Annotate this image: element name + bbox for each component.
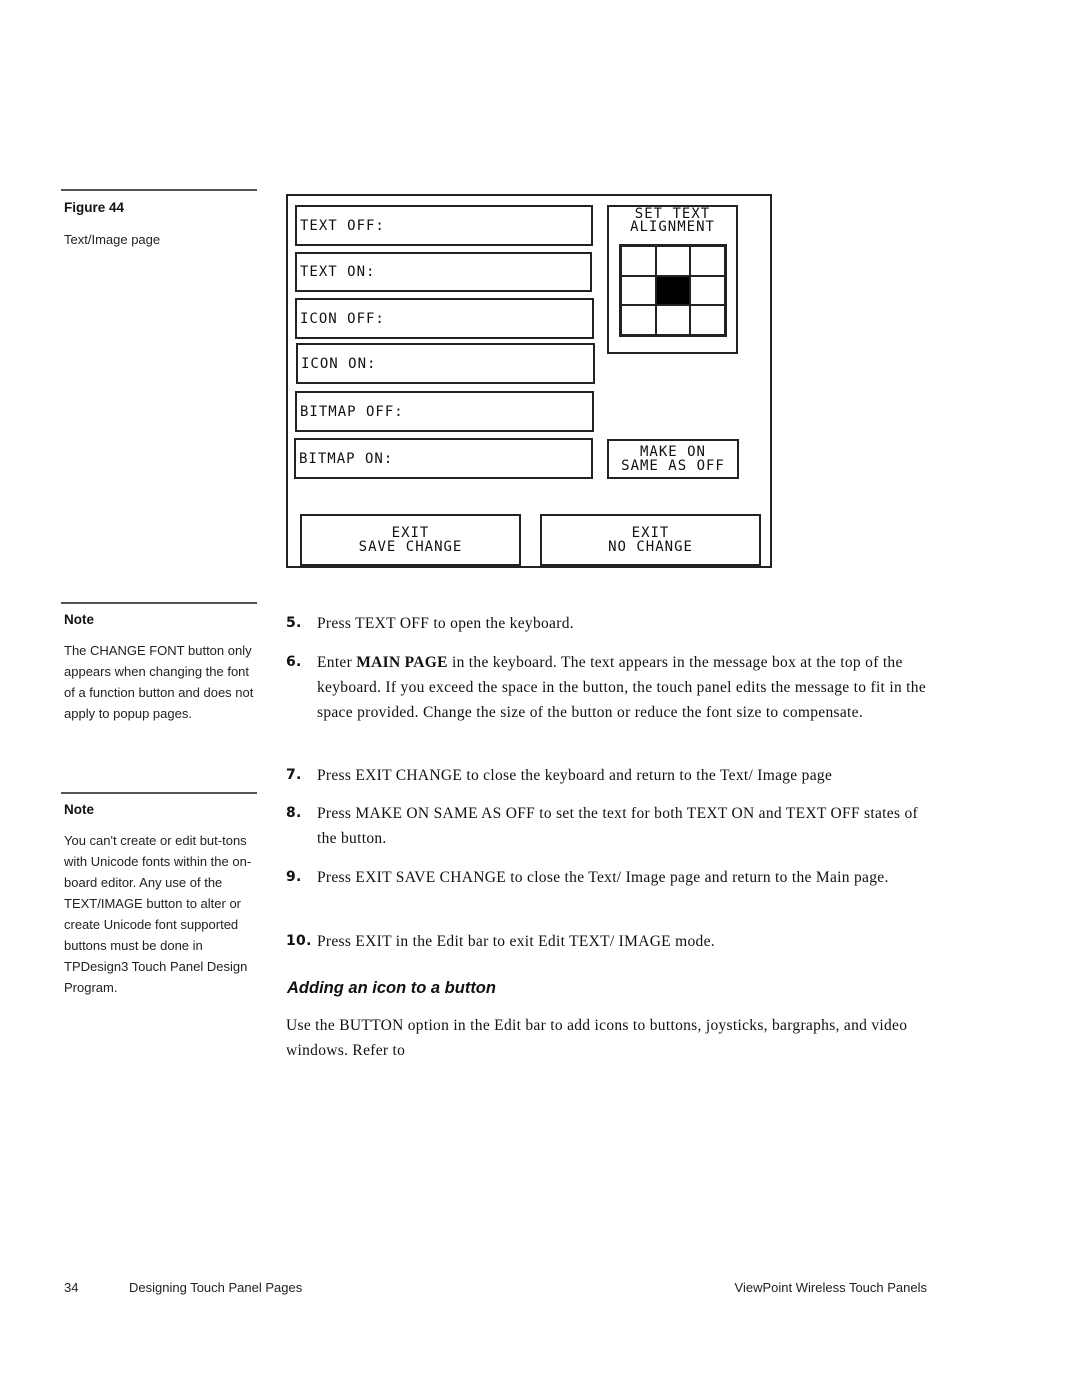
exit-save-line2: SAVE CHANGE bbox=[358, 539, 463, 555]
step-item: 9. Press EXIT SAVE CHANGE to close the T… bbox=[286, 865, 926, 890]
align-middle-center[interactable] bbox=[655, 275, 691, 306]
align-middle-right[interactable] bbox=[690, 275, 725, 306]
bitmap-off-label: BITMAP OFF: bbox=[300, 403, 404, 420]
icon-off-field[interactable]: ICON OFF: bbox=[295, 298, 594, 339]
exit-no-line2: NO CHANGE bbox=[608, 539, 693, 555]
figure-rule bbox=[61, 189, 257, 191]
step-text: Press EXIT SAVE CHANGE to close the Text… bbox=[317, 869, 889, 886]
page-number: 34 bbox=[64, 1280, 79, 1295]
exit-save-change-button[interactable]: EXIT SAVE CHANGE bbox=[300, 514, 521, 566]
bitmap-off-field[interactable]: BITMAP OFF: bbox=[295, 391, 594, 432]
step-text: Press MAKE ON SAME AS OFF to set the tex… bbox=[317, 805, 918, 847]
text-off-field[interactable]: TEXT OFF: bbox=[295, 205, 593, 246]
set-text-alignment-box: SET TEXT ALIGNMENT bbox=[607, 205, 738, 354]
text-on-label: TEXT ON: bbox=[300, 264, 376, 280]
text-off-label: TEXT OFF: bbox=[300, 217, 385, 234]
step-number: 9. bbox=[286, 869, 302, 885]
make-on-line2: SAME AS OFF bbox=[621, 458, 725, 474]
step-item: 5. Press TEXT OFF to open the keyboard. bbox=[286, 611, 926, 636]
icon-off-label: ICON OFF: bbox=[300, 310, 385, 327]
step-number: 6. bbox=[286, 654, 302, 670]
section-paragraph: Use the BUTTON option in the Edit bar to… bbox=[286, 1017, 908, 1059]
icon-on-label: ICON ON: bbox=[301, 355, 377, 372]
note-body: You can't create or edit but-tons with U… bbox=[64, 833, 252, 995]
align-bottom-left[interactable] bbox=[621, 305, 656, 335]
note-rule bbox=[61, 602, 257, 604]
step-number: 8. bbox=[286, 805, 302, 821]
step-text: Press EXIT CHANGE to close the keyboard … bbox=[317, 767, 833, 784]
alignment-title-line2: ALIGNMENT bbox=[630, 219, 715, 235]
align-top-right[interactable] bbox=[690, 246, 725, 276]
icon-on-field[interactable]: ICON ON: bbox=[296, 343, 595, 384]
align-top-left[interactable] bbox=[621, 246, 656, 276]
exit-no-line1: EXIT bbox=[631, 525, 670, 541]
bitmap-on-label: BITMAP ON: bbox=[299, 450, 394, 467]
figure-label: Figure 44 bbox=[64, 200, 125, 215]
note-rule bbox=[61, 792, 257, 794]
exit-no-change-button[interactable]: EXIT NO CHANGE bbox=[540, 514, 761, 566]
figure-caption: Text/Image page bbox=[64, 232, 161, 247]
chapter-title: Designing Touch Panel Pages bbox=[129, 1280, 303, 1295]
text-on-field[interactable]: TEXT ON: bbox=[295, 252, 592, 292]
book-title: ViewPoint Wireless Touch Panels bbox=[734, 1280, 927, 1295]
exit-save-line1: EXIT bbox=[391, 525, 430, 541]
align-middle-left[interactable] bbox=[621, 275, 656, 306]
make-on-same-as-off-button[interactable]: MAKE ON SAME AS OFF bbox=[607, 439, 739, 479]
note-heading: Note bbox=[64, 802, 94, 817]
align-top-center[interactable] bbox=[655, 246, 691, 276]
step-item: 10. Press EXIT in the Edit bar to exit E… bbox=[286, 929, 926, 954]
step-emphasis: MAIN PAGE bbox=[356, 654, 448, 671]
note-body: The CHANGE FONT button only appears when… bbox=[64, 643, 254, 721]
align-bottom-right[interactable] bbox=[690, 305, 725, 335]
step-number: 10. bbox=[286, 933, 312, 949]
section-heading: Adding an icon to a button bbox=[287, 979, 496, 997]
bitmap-on-field[interactable]: BITMAP ON: bbox=[294, 438, 593, 479]
step-text: Press EXIT in the Edit bar to exit Edit … bbox=[317, 933, 715, 950]
align-bottom-center[interactable] bbox=[655, 305, 691, 335]
step-number: 7. bbox=[286, 767, 302, 783]
step-text: Press TEXT OFF to open the keyboard. bbox=[317, 615, 574, 632]
alignment-grid bbox=[619, 244, 727, 337]
text-image-page-panel: TEXT OFF: TEXT ON: ICON OFF: ICON ON: BI… bbox=[286, 194, 772, 568]
step-item: 7. Press EXIT CHANGE to close the keyboa… bbox=[286, 763, 926, 788]
step-text: Enter MAIN PAGE in the keyboard. The tex… bbox=[317, 654, 927, 721]
step-item: 6. Enter MAIN PAGE in the keyboard. The … bbox=[286, 650, 926, 725]
note-heading: Note bbox=[64, 612, 94, 627]
step-number: 5. bbox=[286, 615, 302, 631]
make-on-line1: MAKE ON bbox=[639, 444, 706, 460]
step-item: 8. Press MAKE ON SAME AS OFF to set the … bbox=[286, 801, 926, 851]
